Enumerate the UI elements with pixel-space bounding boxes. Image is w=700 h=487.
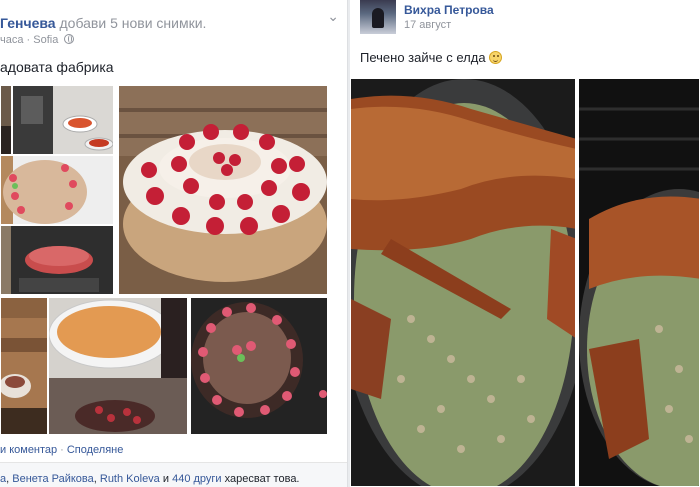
likes-others-link[interactable]: 440 други — [172, 473, 221, 485]
post-author-link[interactable]: Вихра Петрова — [404, 3, 494, 17]
avatar[interactable] — [360, 0, 396, 34]
photo-image — [351, 79, 575, 486]
likes-suffix: харесват това. — [224, 473, 300, 485]
photo-image — [1, 226, 113, 294]
photo-image — [119, 86, 327, 294]
photo-image — [1, 86, 11, 154]
photo-tile[interactable] — [578, 78, 700, 487]
photo-tile[interactable] — [0, 85, 12, 155]
post-header: Генчева добави 5 нови снимки. — [0, 15, 206, 31]
photo-image — [1, 156, 113, 224]
meta-dot: · — [26, 34, 31, 46]
photo-image — [1, 298, 47, 434]
left-post-card: Генчева добави 5 нови снимки. часа · Sof… — [0, 0, 348, 487]
liker-link[interactable]: Венета Райкова — [12, 473, 94, 485]
likes-summary: а, Венета Райкова, Ruth Koleva и 440 дру… — [0, 473, 300, 485]
photo-image — [191, 298, 327, 434]
photo-tile[interactable] — [48, 297, 188, 435]
liker-link[interactable]: а — [0, 473, 6, 485]
post-location[interactable]: Sofia — [33, 34, 58, 46]
share-link[interactable]: Споделяне — [67, 444, 124, 456]
right-post-card: Вихра Петрова 17 август Печено зайче с е… — [350, 0, 700, 487]
smiley-emoji-icon — [489, 51, 503, 64]
post-caption: адовата фабрика — [0, 59, 114, 75]
post-caption: Печено зайче с елда — [360, 50, 503, 65]
photo-tile[interactable] — [0, 155, 114, 225]
likes-connector: и — [162, 473, 170, 485]
action-separator: · — [60, 444, 64, 456]
liker-link[interactable]: Ruth Koleva — [100, 473, 160, 485]
post-time[interactable]: часа — [0, 34, 23, 46]
photo-image — [579, 79, 699, 486]
photo-image — [49, 298, 187, 434]
comment-link[interactable]: и коментар — [0, 444, 57, 456]
photo-image — [13, 86, 113, 154]
photo-tile[interactable] — [118, 85, 328, 295]
globe-icon — [64, 34, 75, 44]
post-caption-text: Печено зайче с елда — [360, 50, 486, 65]
photo-tile[interactable] — [0, 225, 114, 295]
post-meta: часа · Sofia — [0, 34, 75, 46]
photo-tile[interactable] — [12, 85, 114, 155]
chevron-down-icon[interactable]: ⌄ — [327, 8, 339, 25]
photo-tile[interactable] — [350, 78, 576, 487]
post-action-text: добави 5 нови снимки. — [59, 15, 207, 31]
post-actions: и коментар · Споделяне — [0, 444, 123, 456]
photo-tile[interactable] — [190, 297, 328, 435]
post-date[interactable]: 17 август — [404, 19, 451, 31]
photo-tile[interactable] — [0, 297, 48, 435]
post-author-link[interactable]: Генчева — [0, 15, 56, 31]
